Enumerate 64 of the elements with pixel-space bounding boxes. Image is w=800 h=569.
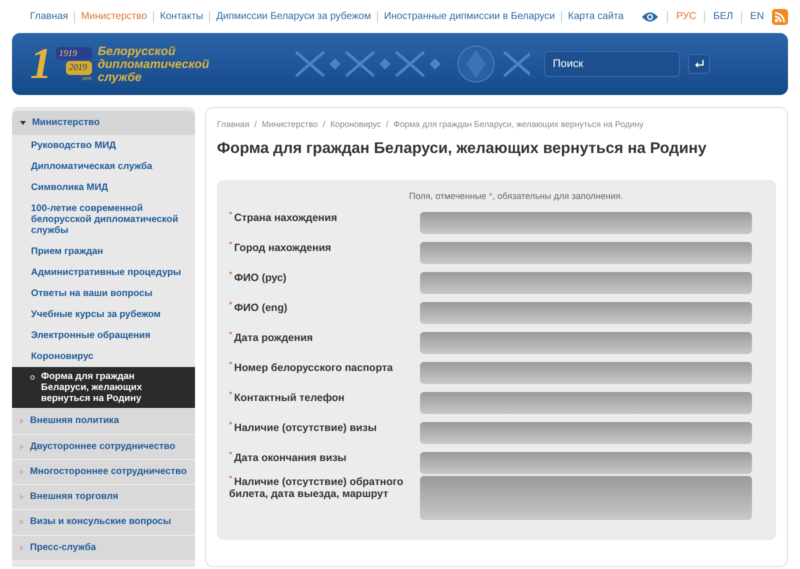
search-field[interactable]: Поиск xyxy=(544,51,680,77)
nav-link[interactable]: Главная xyxy=(30,9,68,24)
tagline: Белорусской дипломатической службе xyxy=(98,44,208,84)
breadcrumb-link[interactable]: Форма для граждан Беларуси, желающих вернуться на Родину xyxy=(393,118,644,131)
language-link[interactable]: EN xyxy=(750,9,764,24)
breadcrumb-link[interactable]: Главная xyxy=(217,118,250,131)
input-field[interactable] xyxy=(420,392,752,414)
sidebar-item[interactable]: Руководство МИД xyxy=(12,135,195,156)
eye-icon[interactable] xyxy=(641,10,660,22)
input-field[interactable] xyxy=(420,302,752,324)
field-label: $^{*}$ Наличие (отсутствие) обратного билета, дата выезда, маршрут xyxy=(229,476,404,500)
search-button[interactable] xyxy=(688,54,710,74)
breadcrumb-separator: / xyxy=(322,118,326,131)
input-field[interactable] xyxy=(420,272,752,294)
sidebar-section[interactable]: Двустороннее сотрудничество xyxy=(12,434,195,459)
sidebar-item[interactable]: Форма для граждан Беларуси, желающих вернуться на Родину xyxy=(12,367,195,408)
input-field[interactable] xyxy=(420,362,752,384)
sidebar-section[interactable]: Внешняя торговля xyxy=(12,484,195,510)
sidebar-item[interactable]: Прием граждан xyxy=(12,241,195,262)
breadcrumb-separator: / xyxy=(254,118,257,131)
field-label: $^{*}$ Страна нахождения xyxy=(229,212,338,224)
sidebar-item[interactable]: 100-летие современной белорусской дипломатической службы xyxy=(12,198,195,242)
input-field[interactable] xyxy=(420,452,752,474)
input-field[interactable] xyxy=(420,332,752,354)
field-label: $^{*}$ Дата окончания визы xyxy=(229,452,348,464)
caret-down-icon xyxy=(20,120,26,126)
breadcrumb-separator: / xyxy=(386,118,388,131)
field-label: $^{*}$ Номер белорусского паспорта xyxy=(229,362,394,374)
form-note: Поля, отмеченные *, обязательны для заполнения. xyxy=(408,190,624,203)
sidebar-section[interactable]: Министерство xyxy=(12,111,195,136)
nav-link[interactable]: Министерство xyxy=(81,9,148,24)
sidebar-item[interactable]: Учебные курсы за рубежом xyxy=(12,304,195,326)
breadcrumb-link[interactable]: Министерство xyxy=(262,118,318,131)
page-title: Форма для граждан Беларуси, желающих вернуться на Родину xyxy=(217,138,708,159)
field-label: $^{*}$ Контактный телефон xyxy=(229,392,346,404)
input-field[interactable] xyxy=(420,212,752,234)
sidebar-section[interactable]: Многостороннее сотрудничество xyxy=(12,458,195,484)
enter-icon xyxy=(694,60,704,68)
field-label: $^{*}$ Наличие (отсутствие) визы xyxy=(229,422,378,434)
nav-link[interactable]: Контакты xyxy=(160,9,204,24)
field-label: $^{*}$ Дата рождения xyxy=(229,332,314,344)
breadcrumb-link[interactable]: Короновирус xyxy=(330,118,382,131)
nav-link[interactable]: Карта сайта xyxy=(568,9,624,24)
input-field[interactable] xyxy=(420,422,752,444)
field-label: $^{*}$ ФИО (рус) xyxy=(229,272,288,284)
bullet-icon xyxy=(30,375,35,380)
language-link[interactable]: БЕЛ xyxy=(713,9,734,24)
sidebar-section[interactable]: Внешняя политика xyxy=(12,408,195,434)
text-area[interactable] xyxy=(420,476,752,520)
sidebar-item[interactable]: Короновирус xyxy=(12,346,195,368)
sidebar-section[interactable]: Визы и консульские вопросы xyxy=(12,509,195,534)
sidebar-item[interactable]: Административные процедуры xyxy=(12,262,195,284)
sidebar-item[interactable]: Дипломатическая служба xyxy=(12,156,195,178)
rss-icon[interactable] xyxy=(772,8,788,24)
field-label: $^{*}$ Город нахождения xyxy=(229,242,332,254)
sidebar-item[interactable]: Ответы на ваши вопросы xyxy=(12,283,195,304)
language-link[interactable]: РУС xyxy=(676,9,696,24)
nav-link[interactable]: Дипмиссии Беларуси за рубежом xyxy=(216,9,371,24)
field-label: $^{*}$ ФИО (eng) xyxy=(229,302,288,314)
input-field[interactable] xyxy=(420,242,752,264)
sidebar-item[interactable]: Символика МИД xyxy=(12,177,195,198)
nav-link[interactable]: Иностранные дипмиссии в Беларуси xyxy=(384,9,555,24)
sidebar-section[interactable]: Пресс-служба xyxy=(12,534,195,560)
sidebar-item[interactable]: Электронные обращения xyxy=(12,325,195,346)
